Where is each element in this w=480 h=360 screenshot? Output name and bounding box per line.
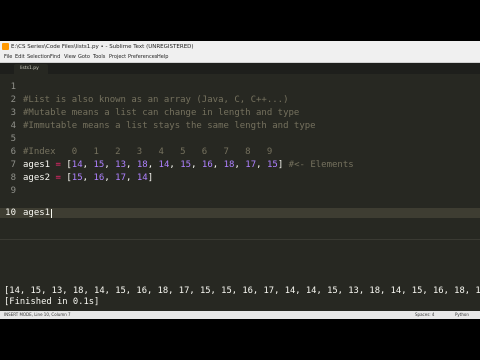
menu-project[interactable]: Project (109, 53, 126, 62)
build-output-panel: [14, 15, 13, 18, 14, 15, 16, 18, 17, 15,… (0, 239, 480, 312)
line-number: 8 (10, 173, 16, 183)
variable-name: ages1 (23, 160, 51, 170)
line-number: 7 (10, 160, 16, 170)
variable-name: ages2 (23, 173, 51, 183)
bracket: ] (147, 173, 154, 183)
text-cursor (51, 209, 52, 218)
menu-tools[interactable]: Tools (93, 53, 105, 62)
list-value: 14 (136, 173, 148, 183)
current-line-highlight (0, 208, 480, 218)
code-comment-line-3: #Mutable means a list can change in leng… (23, 108, 300, 118)
list-value: 18 (223, 160, 235, 170)
code-line-7: ages1 = [14, 15, 13, 18, 14, 15, 16, 18,… (23, 160, 354, 170)
line-number: 4 (10, 121, 16, 131)
status-indentation[interactable]: Spaces: 4 (415, 311, 434, 319)
screen: E:\CS Series\Code Files\lists1.py • - Su… (0, 0, 480, 360)
menu-selection[interactable]: Selection (27, 53, 50, 62)
list-value: 15 (93, 160, 105, 170)
line-number: 9 (10, 186, 16, 196)
list-value: 15 (266, 160, 278, 170)
line-number-current: 10 (5, 208, 16, 218)
menu-edit[interactable]: Edit (15, 53, 25, 62)
menu-find[interactable]: Find (50, 53, 60, 62)
menu-help[interactable]: Help (157, 53, 168, 62)
sublime-app-icon (2, 43, 9, 50)
menu-file[interactable]: File (4, 53, 12, 62)
assign-operator: = (55, 173, 61, 183)
line-number: 1 (10, 82, 16, 92)
list-value: 15 (180, 160, 192, 170)
tab-lists1[interactable]: lists1.py (14, 64, 48, 74)
status-position: INSERT MODE, Line 10, Column 7 (4, 312, 71, 317)
list-value: 18 (136, 160, 148, 170)
minimap[interactable] (468, 74, 480, 239)
list-value: 17 (245, 160, 257, 170)
title-bar: E:\CS Series\Code Files\lists1.py • - Su… (0, 41, 480, 53)
status-syntax[interactable]: Python (455, 311, 469, 319)
sublime-window: E:\CS Series\Code Files\lists1.py • - Su… (0, 41, 480, 319)
menu-bar: File Edit Selection Find View Goto Tools… (0, 53, 480, 63)
list-value: 16 (93, 173, 105, 183)
window-title: E:\CS Series\Code Files\lists1.py • - Su… (11, 44, 194, 50)
output-line: [14, 15, 13, 18, 14, 15, 16, 18, 17, 15,… (4, 286, 480, 296)
status-bar: INSERT MODE, Line 10, Column 7 Spaces: 4… (0, 311, 480, 319)
line-number: 3 (10, 108, 16, 118)
line-number: 2 (10, 95, 16, 105)
menu-view[interactable]: View (64, 53, 76, 62)
line-number: 6 (10, 147, 16, 157)
code-line-8: ages2 = [15, 16, 17, 14] (23, 173, 154, 183)
tab-bar: lists1.py (0, 63, 480, 74)
tab-label: lists1.py (20, 66, 39, 71)
line-number-gutter: 1 2 3 4 5 6 7 8 9 10 (0, 74, 18, 239)
inline-comment: #<- Elements (288, 160, 354, 170)
code-line-10: ages1 (23, 208, 51, 218)
code-comment-line-6: #Index 0 1 2 3 4 5 6 7 8 9 (23, 147, 273, 157)
list-value: 14 (71, 160, 83, 170)
menu-preferences[interactable]: Preferences (128, 53, 157, 62)
list-value: 14 (158, 160, 170, 170)
bracket: ] (277, 160, 284, 170)
assign-operator: = (55, 160, 61, 170)
code-editor[interactable]: 1 2 3 4 5 6 7 8 9 10 #List is also known… (0, 74, 480, 239)
code-comment-line-2: #List is also known as an array (Java, C… (23, 95, 289, 105)
menu-goto[interactable]: Goto (78, 53, 90, 62)
line-number: 5 (10, 134, 16, 144)
list-value: 17 (115, 173, 126, 183)
list-value: 15 (71, 173, 83, 183)
list-value: 16 (201, 160, 213, 170)
output-finished-line: [Finished in 0.1s] (4, 297, 100, 307)
list-value: 13 (115, 160, 126, 170)
code-comment-line-4: #Immutable means a list stays the same l… (23, 121, 316, 131)
